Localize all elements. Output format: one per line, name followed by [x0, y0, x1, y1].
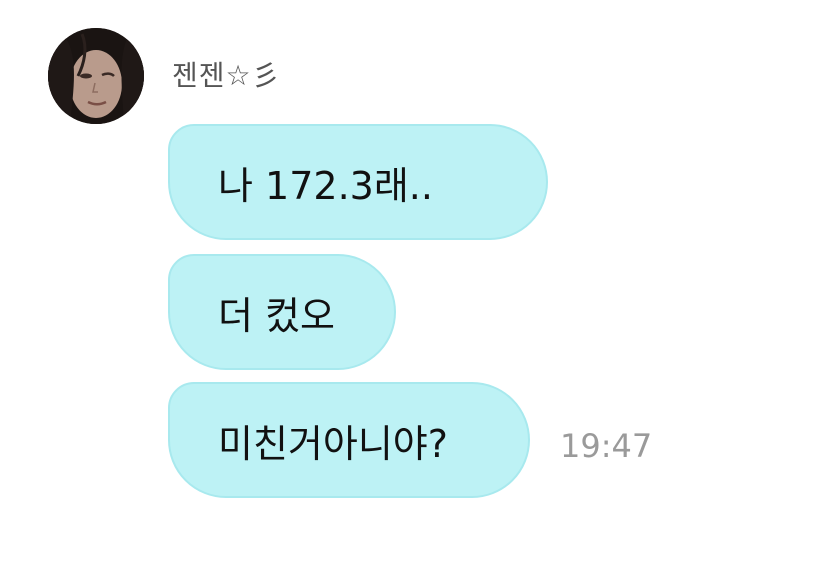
sender-name: 젠젠☆彡 — [172, 59, 281, 92]
avatar[interactable] — [48, 28, 144, 124]
message-text: 미친거아니야? — [218, 421, 448, 466]
message-bubble[interactable]: 미친거아니야? — [168, 382, 530, 498]
message-text: 더 컸오 — [218, 293, 335, 338]
message-bubble[interactable]: 더 컸오 — [168, 254, 396, 370]
message-timestamp: 19:47 — [560, 427, 653, 465]
message-bubble[interactable]: 나 172.3래.. — [168, 124, 548, 240]
profile-photo-icon — [48, 28, 144, 124]
message-text: 나 172.3래.. — [218, 163, 433, 208]
